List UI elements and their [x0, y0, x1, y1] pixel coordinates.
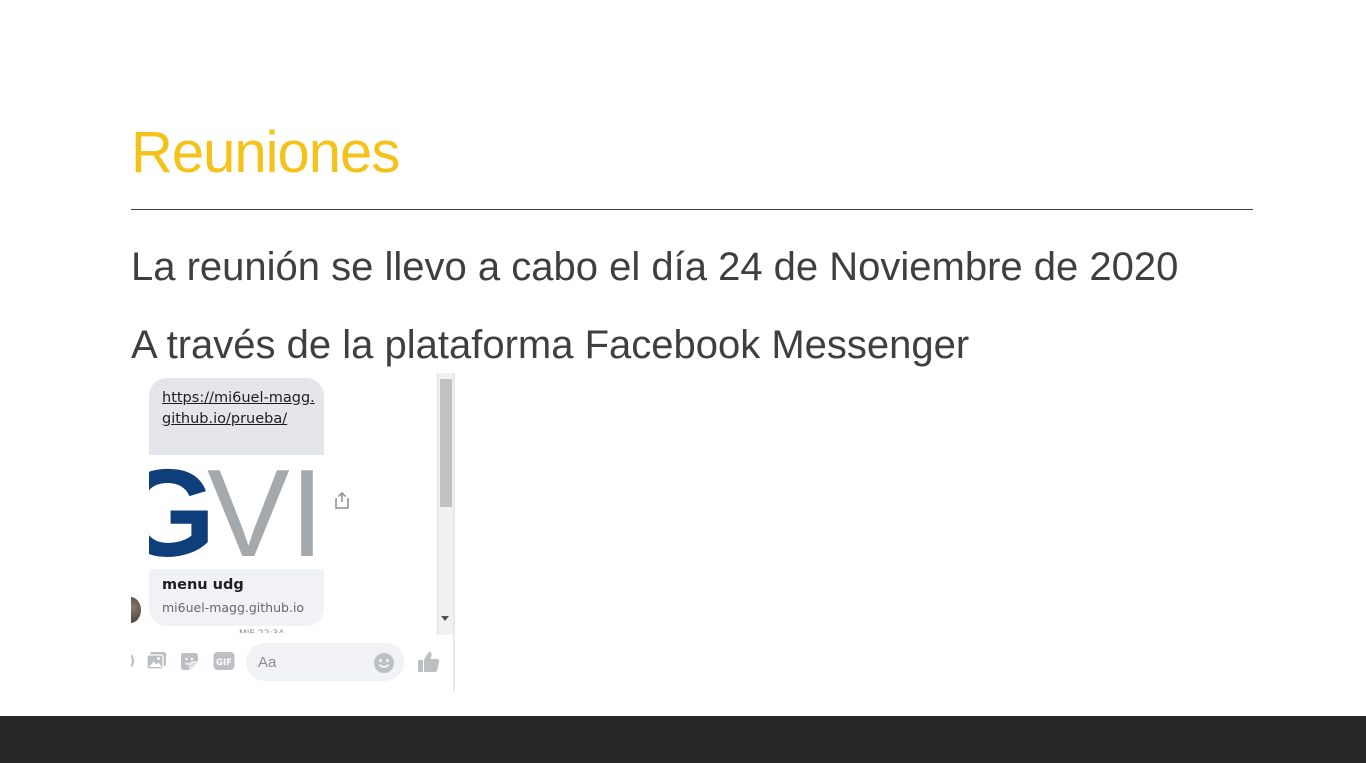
card-title: menu udg [162, 577, 244, 593]
platform-text: A través de la plataforma Facebook Messe… [131, 323, 970, 367]
title-divider [131, 209, 1253, 210]
messenger-screenshot: https://mi6uel-magg.github.io/prueba/ G … [131, 373, 455, 691]
link-preview-card[interactable]: menu udg mi6uel-magg.github.io [149, 569, 324, 626]
message-composer: GIF [131, 641, 453, 685]
photo-icon[interactable] [146, 651, 168, 676]
gvif-logo: G VIf [149, 455, 324, 569]
message-link[interactable]: https://mi6uel-magg.github.io/prueba/ [162, 388, 317, 430]
logo-letters-vif: VIf [207, 455, 324, 569]
card-domain: mi6uel-magg.github.io [162, 600, 305, 615]
avatar[interactable] [131, 597, 141, 623]
link-preview-image[interactable]: G VIf [149, 455, 324, 569]
emoji-icon[interactable] [373, 652, 395, 679]
plus-icon[interactable] [131, 651, 135, 676]
slide-title: Reuniones [131, 120, 400, 185]
scrollbar[interactable] [437, 373, 454, 635]
logo-letter-g: G [149, 455, 215, 569]
gif-label: GIF [216, 658, 232, 668]
panel-edge [453, 373, 455, 691]
scroll-down-icon[interactable] [441, 616, 449, 621]
sticker-icon[interactable] [179, 651, 200, 676]
scrollbar-thumb[interactable] [440, 379, 452, 507]
slide-footer-bar [0, 716, 1366, 763]
link-message-bubble[interactable]: https://mi6uel-magg.github.io/prueba/ G … [149, 378, 324, 626]
message-timestamp: MIÉ 22:34 [239, 629, 284, 639]
share-icon[interactable] [334, 491, 350, 515]
thumbs-up-icon[interactable] [417, 650, 441, 679]
gif-icon[interactable]: GIF [213, 651, 235, 676]
meeting-date-text: La reunión se llevo a cabo el día 24 de … [131, 245, 1179, 289]
